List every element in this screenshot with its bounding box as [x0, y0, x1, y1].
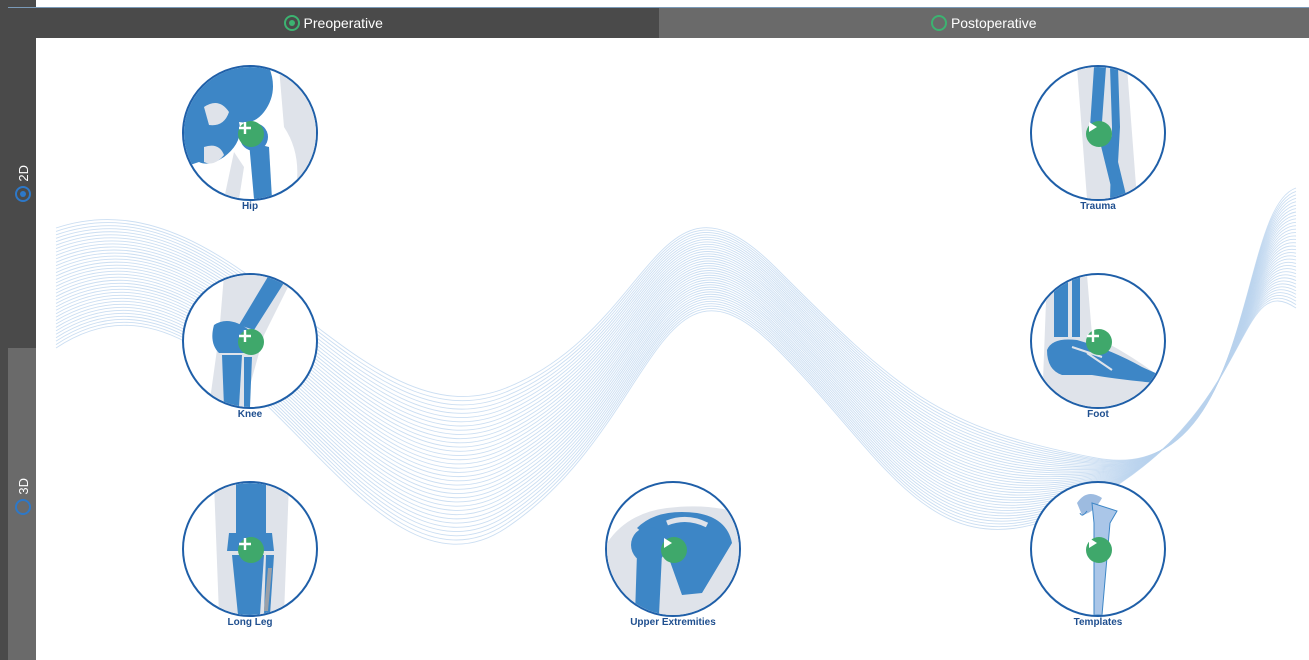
tab-3d[interactable]: 3D: [10, 478, 36, 515]
tile-trauma[interactable]: Trauma: [1028, 65, 1168, 212]
hip-add-icon: [238, 121, 264, 147]
tile-knee-label: Knee: [237, 409, 263, 420]
tab-2d[interactable]: 2D: [10, 165, 36, 202]
radio-3d-icon: [15, 498, 31, 515]
tile-upper-extremities[interactable]: Upper Extremities: [603, 481, 743, 628]
tile-hip[interactable]: Hip: [180, 65, 320, 212]
radio-postoperative-icon: [930, 15, 947, 31]
templates-play-icon: [1086, 537, 1112, 563]
knee-add-icon: [238, 329, 264, 355]
tile-foot[interactable]: Foot: [1028, 273, 1168, 420]
tile-long-leg[interactable]: Long Leg: [180, 481, 320, 628]
long-leg-illustration: [182, 481, 318, 617]
tile-hip-label: Hip: [241, 201, 259, 212]
tab-postoperative-label: Postoperative: [950, 15, 1037, 31]
tile-trauma-label: Trauma: [1080, 201, 1116, 212]
templates-illustration: [1030, 481, 1166, 617]
tab-3d-label: 3D: [15, 478, 31, 495]
radio-preoperative-selected-icon: [283, 15, 300, 31]
tile-templates-label: Templates: [1073, 617, 1123, 628]
view-mode-rail: [0, 0, 36, 660]
trauma-illustration: [1030, 65, 1166, 201]
tile-foot-label: Foot: [1087, 409, 1109, 420]
tile-templates[interactable]: Templates: [1028, 481, 1168, 628]
main-content: Hip Knee Long Leg Upper Extremities Trau…: [36, 38, 1309, 660]
upper-extremities-play-icon: [661, 537, 687, 563]
foot-illustration: [1030, 273, 1166, 409]
tab-2d-label: 2D: [15, 165, 31, 182]
knee-illustration: [182, 273, 318, 409]
upper-extremities-illustration: [605, 481, 741, 617]
hip-illustration: [182, 65, 318, 201]
tab-postoperative[interactable]: Postoperative: [658, 8, 1309, 38]
phase-tabs: Preoperative Postoperative: [8, 8, 1309, 38]
tab-preoperative[interactable]: Preoperative: [8, 8, 659, 38]
tile-upper-extremities-label: Upper Extremities: [630, 617, 716, 628]
tile-knee[interactable]: Knee: [180, 273, 320, 420]
tile-long-leg-label: Long Leg: [227, 617, 273, 628]
radio-2d-selected-icon: [15, 185, 31, 202]
tab-preoperative-label: Preoperative: [303, 15, 383, 31]
foot-add-icon: [1086, 329, 1112, 355]
long-leg-add-icon: [238, 537, 264, 563]
trauma-play-icon: [1086, 121, 1112, 147]
